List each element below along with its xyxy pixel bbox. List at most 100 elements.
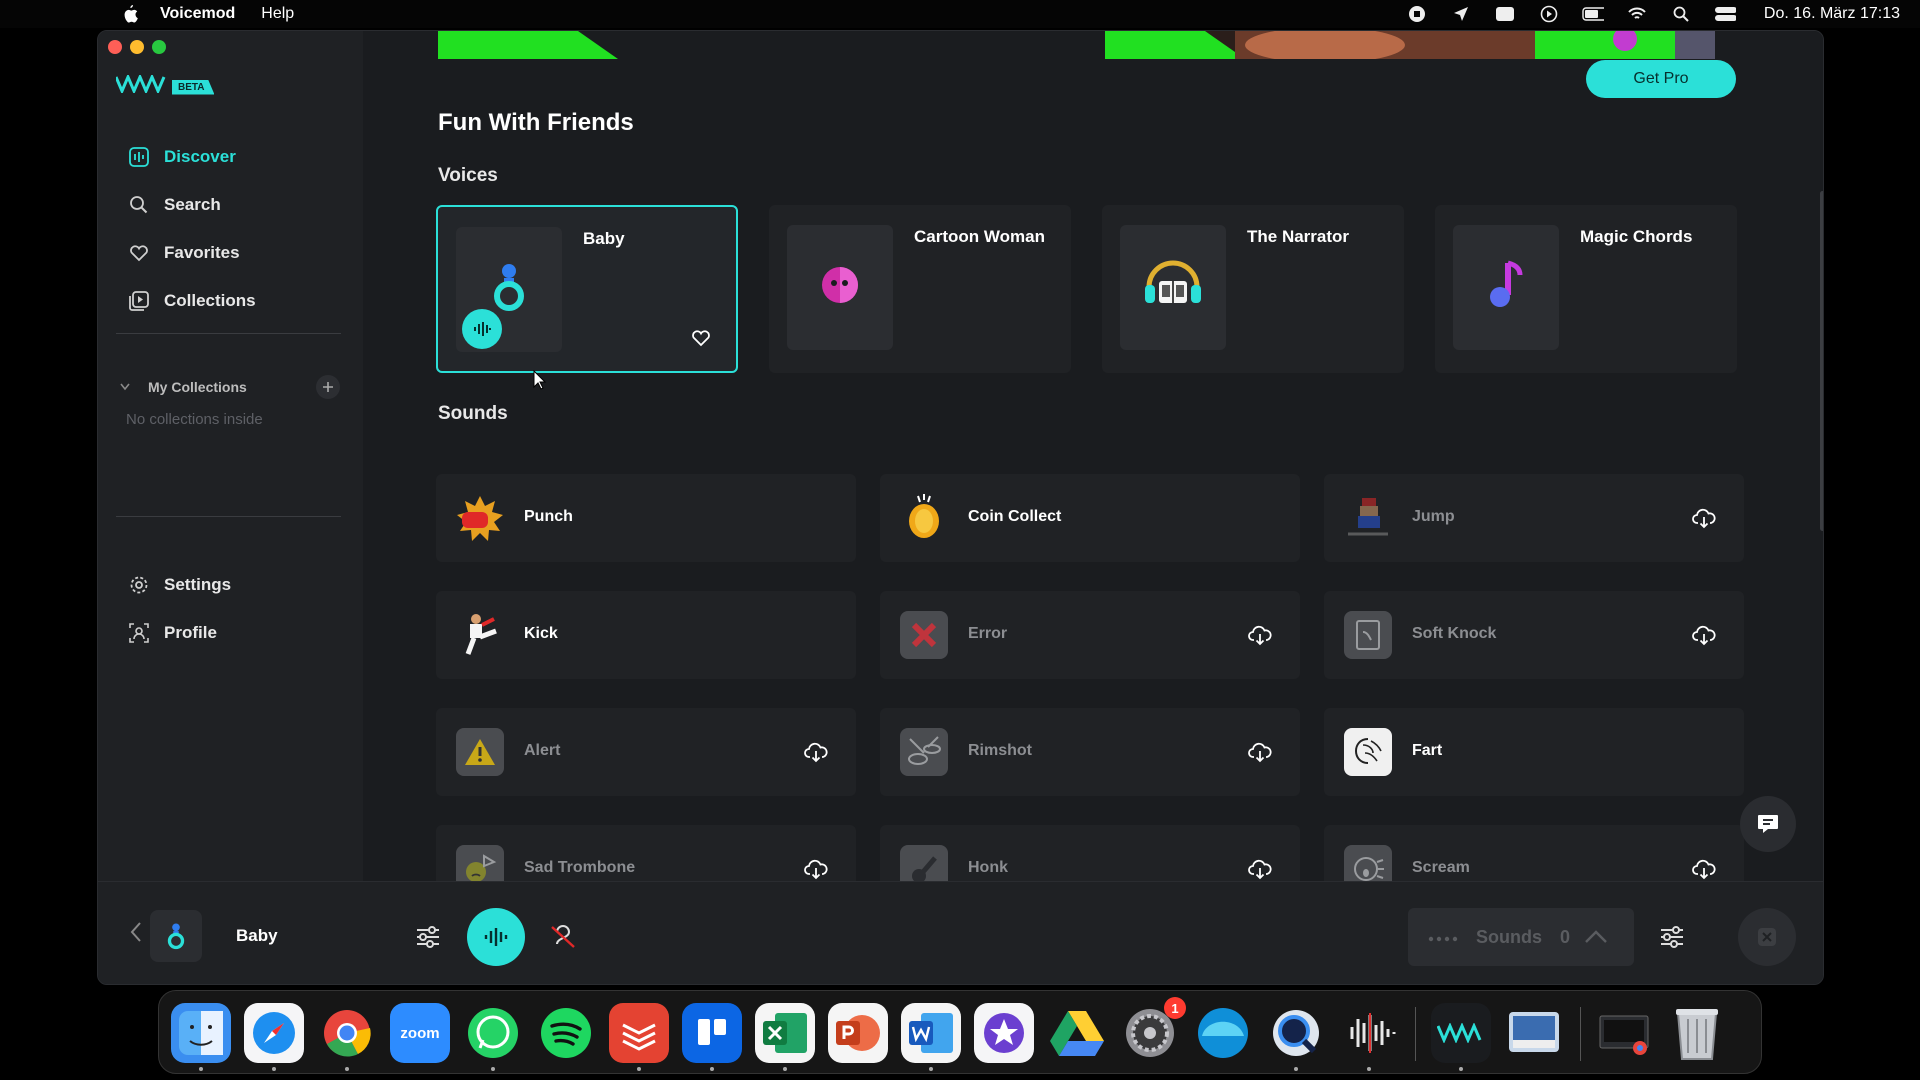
- dock-safari[interactable]: [244, 1003, 304, 1063]
- download-button[interactable]: [1248, 857, 1272, 881]
- record-icon[interactable]: [1406, 5, 1428, 23]
- dock-spotify[interactable]: [536, 1003, 596, 1063]
- voice-card-magic-chords[interactable]: Magic Chords: [1435, 205, 1737, 373]
- close-icon: [1758, 928, 1776, 946]
- battery-icon[interactable]: [1582, 5, 1604, 23]
- my-collections-label: My Collections: [148, 379, 247, 395]
- dock-edge[interactable]: [1193, 1003, 1253, 1063]
- download-button[interactable]: [1692, 623, 1716, 647]
- cloud-download-icon: [804, 742, 828, 763]
- wifi-icon[interactable]: [1626, 5, 1648, 23]
- dock-trello[interactable]: [682, 1003, 742, 1063]
- sidebar-item-search[interactable]: Search: [128, 181, 256, 229]
- sound-card-fart[interactable]: Fart: [1324, 708, 1744, 796]
- voice-active-indicator[interactable]: [462, 309, 502, 349]
- stop-sounds-button[interactable]: [1738, 908, 1796, 966]
- sidebar-item-profile[interactable]: Profile: [128, 609, 231, 657]
- sound-name: Soft Knock: [1412, 625, 1497, 642]
- sidebar-divider: [116, 333, 341, 334]
- dock-powerpoint[interactable]: [828, 1003, 888, 1063]
- play-circle-icon[interactable]: [1538, 5, 1560, 23]
- chat-button[interactable]: [1740, 796, 1796, 852]
- download-button[interactable]: [804, 740, 828, 764]
- download-button[interactable]: [804, 857, 828, 881]
- sidebar-item-label: Settings: [164, 575, 232, 594]
- sound-card-coin-collect[interactable]: Coin Collect: [880, 474, 1300, 562]
- sidebar-item-discover[interactable]: Discover: [128, 133, 256, 181]
- favorite-button[interactable]: [690, 327, 712, 349]
- promo-banner-image[interactable]: [1105, 31, 1715, 59]
- download-button[interactable]: [1248, 740, 1272, 764]
- dock-todoist[interactable]: [609, 1003, 669, 1063]
- dock-finder[interactable]: [171, 1003, 231, 1063]
- promo-banner[interactable]: [438, 31, 618, 59]
- maximize-window-button[interactable]: [152, 40, 166, 54]
- download-button[interactable]: [1692, 857, 1716, 881]
- voice-changer-toggle[interactable]: [467, 908, 525, 966]
- menu-help[interactable]: Help: [261, 5, 294, 23]
- chevron-down-icon[interactable]: [120, 380, 130, 394]
- sound-card-punch[interactable]: Punch: [436, 474, 856, 562]
- dock-quicktime[interactable]: [1266, 1003, 1326, 1063]
- main-scrollbar[interactable]: [1820, 191, 1823, 531]
- collapse-button[interactable]: [126, 912, 146, 952]
- menu-app-name[interactable]: Voicemod: [160, 5, 235, 23]
- current-voice-thumbnail[interactable]: [150, 910, 202, 962]
- voice-name: Magic Chords: [1580, 227, 1693, 246]
- dock-running-indicator: [345, 1067, 349, 1071]
- voice-card-the-narrator[interactable]: The Narrator: [1102, 205, 1404, 373]
- bottom-bar: Baby Sounds 0: [98, 881, 1823, 984]
- menu-clock[interactable]: Do. 16. März 17:13: [1764, 5, 1900, 23]
- close-window-button[interactable]: [108, 40, 122, 54]
- dock-imovie[interactable]: [974, 1003, 1034, 1063]
- sound-card-alert[interactable]: Alert: [436, 708, 856, 796]
- location-icon[interactable]: [1450, 5, 1472, 23]
- sounds-heading: Sounds: [438, 403, 508, 424]
- sound-card-soft-knock[interactable]: Soft Knock: [1324, 591, 1744, 679]
- dock-google-drive[interactable]: [1047, 1003, 1107, 1063]
- dock-preview[interactable]: [1504, 1003, 1564, 1063]
- voicemod-window: BETA Discover Search Favorites Collectio…: [97, 30, 1824, 985]
- voice-card-cartoon-woman[interactable]: Cartoon Woman: [769, 205, 1071, 373]
- spotlight-search-icon[interactable]: [1670, 5, 1692, 23]
- dock-zoom[interactable]: zoom: [390, 1003, 450, 1063]
- voice-card-baby[interactable]: Baby: [436, 205, 738, 373]
- minimize-window-button[interactable]: [130, 40, 144, 54]
- hear-myself-toggle[interactable]: [547, 921, 579, 953]
- dock-system-preferences[interactable]: 1: [1120, 997, 1186, 1063]
- apple-icon[interactable]: [120, 4, 140, 24]
- add-collection-button[interactable]: [316, 375, 340, 399]
- voice-name: Cartoon Woman: [914, 227, 1045, 246]
- cloud-download-icon: [804, 859, 828, 880]
- sound-card-error[interactable]: Error: [880, 591, 1300, 679]
- dock-voice-memos[interactable]: [1339, 1003, 1399, 1063]
- dock-trash[interactable]: [1667, 1003, 1727, 1063]
- voice-settings-button[interactable]: [412, 921, 444, 953]
- get-pro-button[interactable]: Get Pro: [1586, 60, 1736, 98]
- dock-downloads[interactable]: [1594, 1003, 1654, 1063]
- sound-card-rimshot[interactable]: Rimshot: [880, 708, 1300, 796]
- download-button[interactable]: [1692, 506, 1716, 530]
- my-collections-header[interactable]: My Collections: [120, 375, 340, 399]
- sound-name: Honk: [968, 859, 1008, 876]
- sidebar-item-settings[interactable]: Settings: [128, 561, 231, 609]
- sidebar-nav-secondary: Settings Profile: [128, 561, 231, 657]
- fart-icon: [1344, 728, 1392, 776]
- sidebar-item-favorites[interactable]: Favorites: [128, 229, 256, 277]
- plus-icon: [323, 382, 333, 392]
- grid-app-icon[interactable]: [1494, 5, 1516, 23]
- dock-word[interactable]: [901, 1003, 961, 1063]
- dock-whatsapp[interactable]: [463, 1003, 523, 1063]
- sound-card-jump[interactable]: Jump: [1324, 474, 1744, 562]
- sidebar-item-collections[interactable]: Collections: [128, 277, 256, 325]
- google-drive-icon: [1050, 1011, 1104, 1056]
- sound-card-kick[interactable]: Kick: [436, 591, 856, 679]
- sound-settings-button[interactable]: [1656, 921, 1688, 953]
- dock-excel[interactable]: [755, 1003, 815, 1063]
- dock-voicemod[interactable]: [1431, 1003, 1491, 1063]
- soundboard-panel-button[interactable]: Sounds 0: [1408, 908, 1634, 966]
- dock-chrome[interactable]: [317, 1003, 377, 1063]
- sound-name: Punch: [524, 508, 573, 525]
- control-center-icon[interactable]: [1714, 5, 1736, 23]
- download-button[interactable]: [1248, 623, 1272, 647]
